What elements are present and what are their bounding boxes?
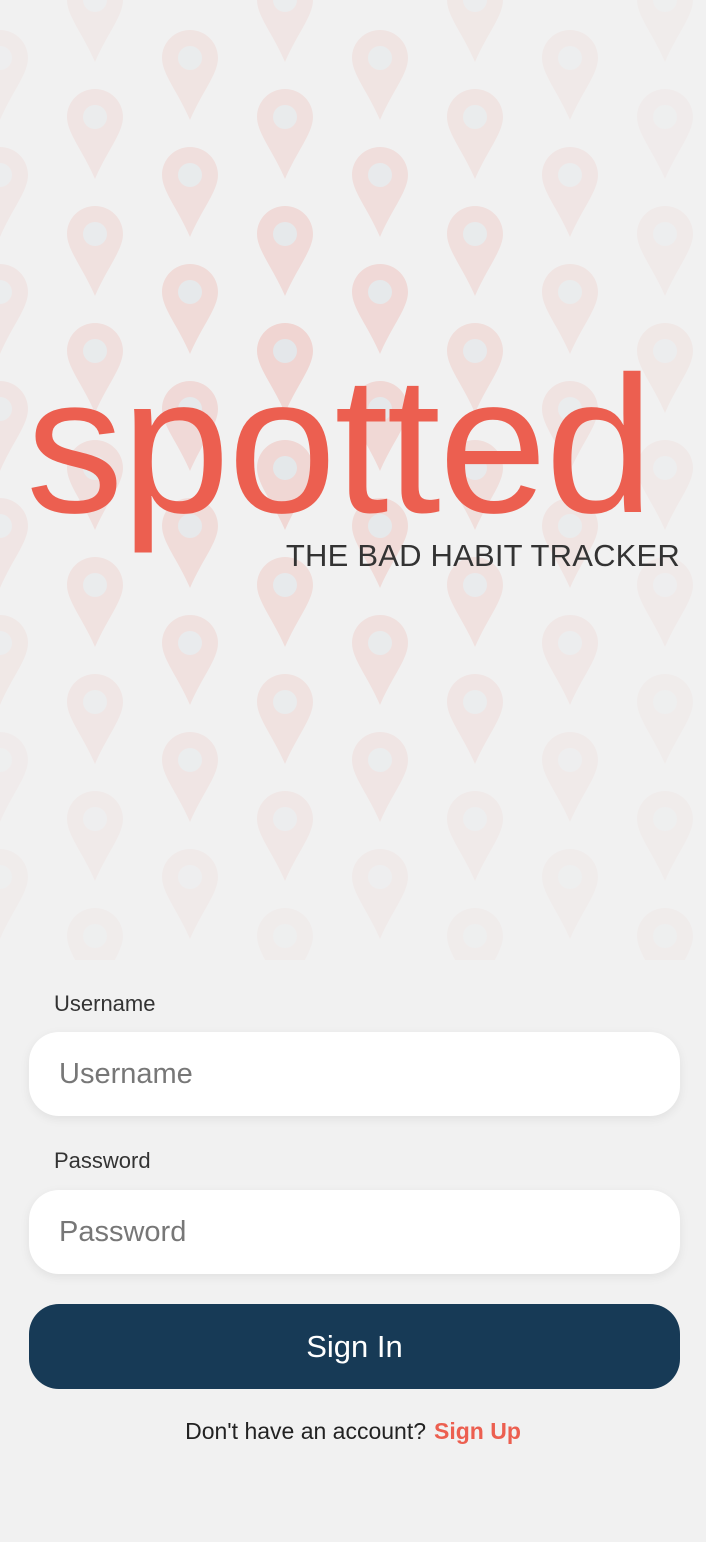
map-pin-icon xyxy=(67,0,123,62)
username-label: Username xyxy=(54,991,156,1016)
map-pin-icon xyxy=(257,89,313,179)
map-pin-icon xyxy=(352,30,408,120)
login-screen: spotted THE BAD HABIT TRACKER Username P… xyxy=(0,0,706,1542)
map-pin-icon xyxy=(0,615,28,705)
tagline: THE BAD HABIT TRACKER xyxy=(285,538,680,573)
map-pin-icon xyxy=(542,849,598,939)
map-pin-icon xyxy=(0,381,28,471)
map-pin-icon xyxy=(447,0,503,62)
map-pin-icon xyxy=(67,908,123,960)
sign-in-button[interactable]: Sign In xyxy=(29,1304,680,1389)
map-pin-icon xyxy=(67,206,123,296)
logo-wordmark: spotted xyxy=(26,352,652,554)
map-pin-icon xyxy=(162,147,218,237)
map-pin-icon xyxy=(637,791,693,881)
map-pin-icon xyxy=(0,147,28,237)
map-pin-icon xyxy=(447,791,503,881)
map-pin-icon xyxy=(637,206,693,296)
map-pin-icon xyxy=(67,674,123,764)
map-pin-icon xyxy=(447,89,503,179)
map-pin-icon xyxy=(257,0,313,62)
map-pin-icon xyxy=(0,264,28,354)
map-pin-icon xyxy=(257,908,313,960)
map-pin-icon xyxy=(0,849,28,939)
map-pin-icon xyxy=(257,674,313,764)
map-pin-icon xyxy=(0,732,28,822)
map-pin-icon xyxy=(352,732,408,822)
signup-prompt-text: Don't have an account? xyxy=(185,1418,427,1444)
map-pin-icon xyxy=(162,732,218,822)
map-pin-icon xyxy=(257,791,313,881)
map-pin-icon xyxy=(637,674,693,764)
map-pin-icon xyxy=(637,908,693,960)
map-pin-icon xyxy=(162,615,218,705)
map-pin-icon xyxy=(0,30,28,120)
sign-up-link[interactable]: Sign Up xyxy=(434,1418,521,1444)
map-pin-icon xyxy=(352,264,408,354)
map-pin-icon xyxy=(162,30,218,120)
map-pin-icon xyxy=(637,0,693,62)
password-label: Password xyxy=(54,1148,151,1173)
map-pin-icon xyxy=(542,264,598,354)
map-pin-icon xyxy=(162,849,218,939)
map-pin-icon xyxy=(542,30,598,120)
map-pin-icon xyxy=(0,498,28,588)
map-pin-icon xyxy=(352,147,408,237)
map-pin-icon xyxy=(447,206,503,296)
map-pin-icon xyxy=(67,89,123,179)
map-pin-icon xyxy=(637,89,693,179)
map-pin-icon xyxy=(257,206,313,296)
signup-prompt-row: Don't have an account? Sign Up xyxy=(0,1418,706,1445)
map-pin-icon xyxy=(352,849,408,939)
map-pin-icon xyxy=(542,147,598,237)
map-pin-icon xyxy=(352,615,408,705)
password-input[interactable] xyxy=(29,1190,680,1274)
map-pin-icon xyxy=(447,674,503,764)
map-pin-icon xyxy=(162,264,218,354)
map-pin-icon xyxy=(67,791,123,881)
username-input[interactable] xyxy=(29,1032,680,1116)
map-pin-icon xyxy=(447,908,503,960)
map-pin-icon xyxy=(542,732,598,822)
map-pin-icon xyxy=(542,615,598,705)
